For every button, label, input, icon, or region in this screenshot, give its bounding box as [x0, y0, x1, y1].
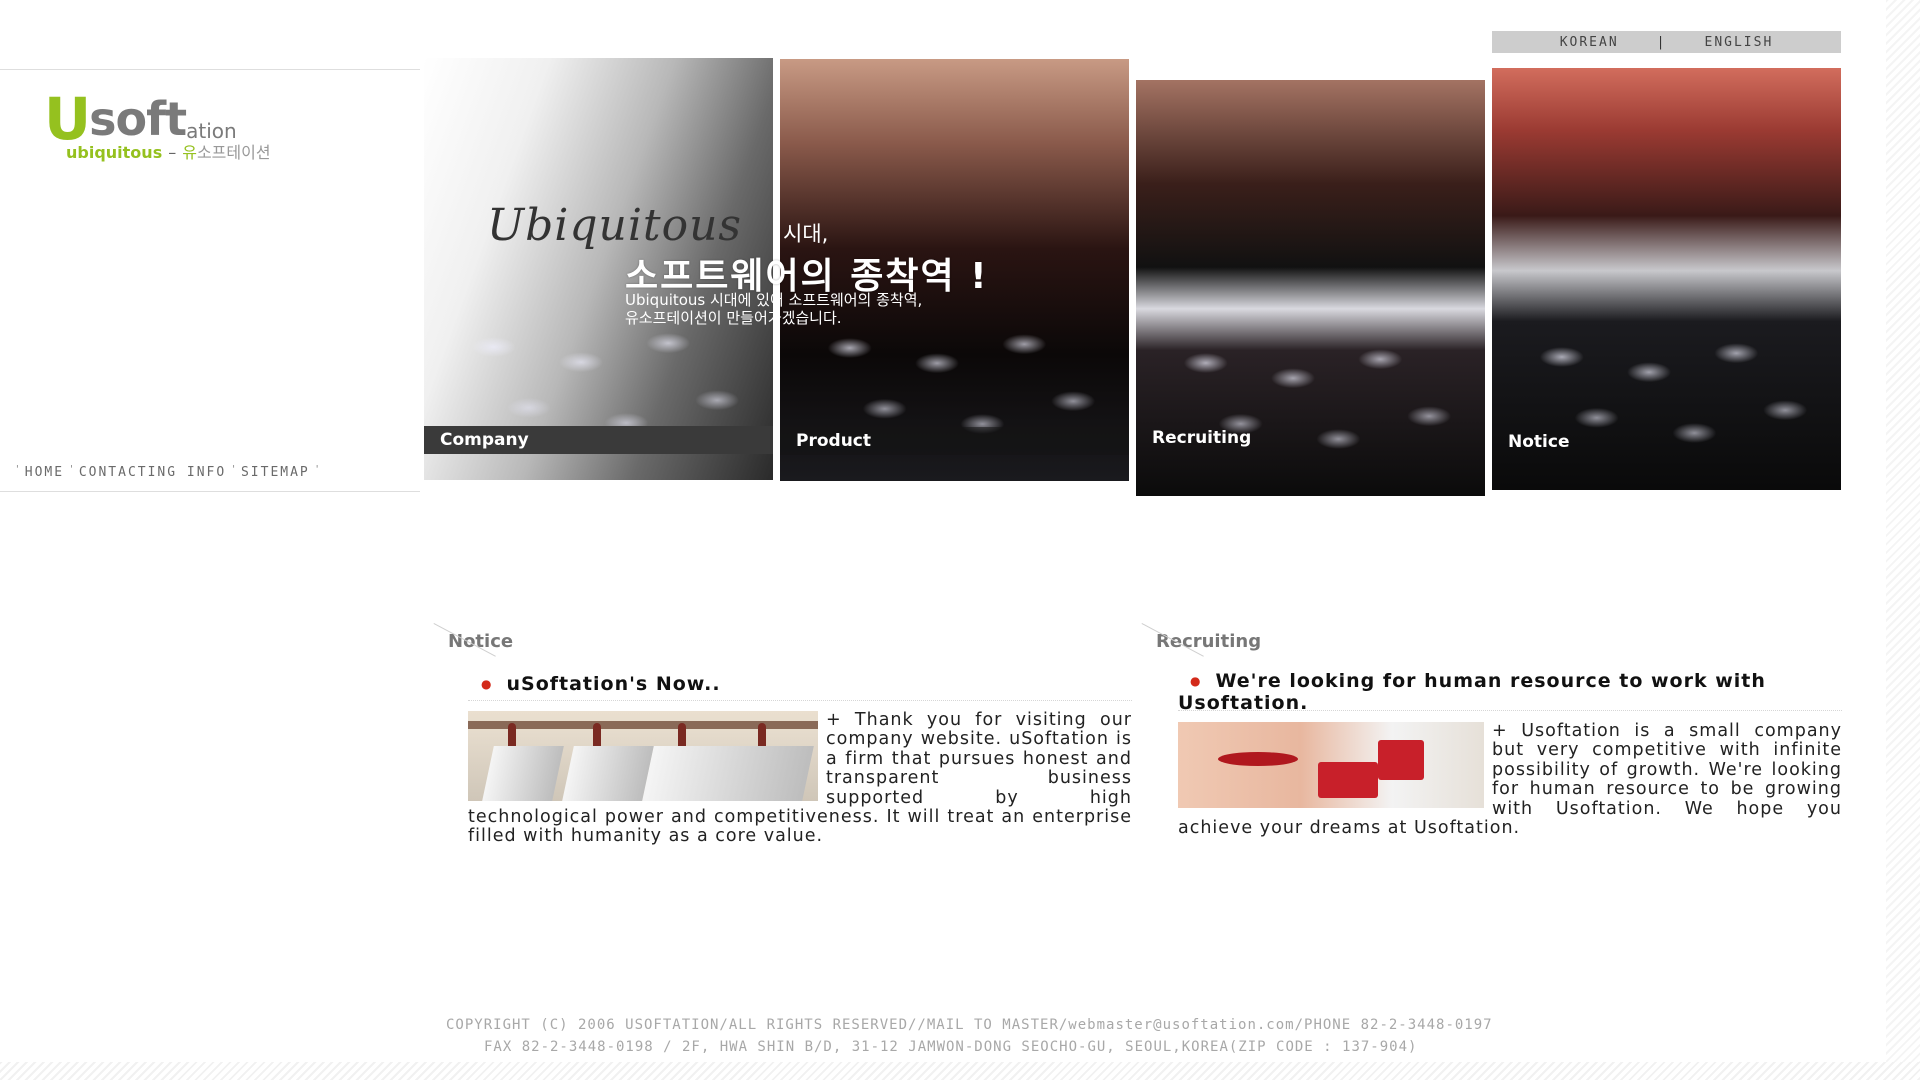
logo-wordmark: Usoftation: [44, 90, 237, 148]
panel-label-company[interactable]: Company: [424, 426, 773, 454]
logo-tagline-en: ubiquitous: [66, 143, 163, 162]
logo-tagline-dash: –: [168, 143, 177, 162]
lang-separator: |: [1656, 34, 1667, 50]
edge-texture-right: [1886, 0, 1920, 1080]
hero-era-text: 시대,: [783, 222, 829, 246]
lang-english-link[interactable]: ENGLISH: [1705, 35, 1774, 50]
notice-divider: [468, 700, 1132, 701]
logo-tagline-ko-green: 유: [182, 143, 197, 162]
nav-separator: ': [70, 464, 73, 475]
keypad-image: [1136, 306, 1485, 496]
site-logo[interactable]: Usoftation ubiquitous – 유소프테이션: [44, 90, 364, 165]
nav-sitemap-link[interactable]: SITEMAP: [241, 465, 310, 480]
cafe-chairs-image: [1178, 722, 1484, 808]
logo-tagline-ko-gray: 소프테이션: [196, 143, 271, 162]
nav-home-link[interactable]: HOME: [25, 465, 64, 480]
hero-desc-line2: 유소프테이션이 만들어가겠습니다.: [625, 309, 842, 327]
lang-korean-link[interactable]: KOREAN: [1560, 35, 1619, 50]
newspaper-image: [468, 711, 818, 801]
nav-contacting-info-link[interactable]: CONTACTING INFO: [79, 465, 226, 480]
keypad-image: [1492, 300, 1841, 490]
logo-tagline: ubiquitous – 유소프테이션: [66, 139, 271, 163]
edge-texture-bottom: [0, 1062, 1920, 1080]
hero-script-text: Ubiquitous: [487, 200, 742, 251]
logo-soft: soft: [89, 92, 187, 146]
hero-desc-line1: Ubiquitous 시대에 있어 소프트웨어의 종착역,: [625, 291, 923, 309]
recruiting-heading[interactable]: Recruiting: [1156, 631, 1261, 652]
nav-divider: [0, 491, 420, 492]
panel-label-product[interactable]: Product: [780, 427, 1129, 455]
notice-title[interactable]: ● uSoftation's Now..: [481, 674, 1131, 696]
hero-panel-recruiting[interactable]: Recruiting: [1136, 80, 1485, 496]
footer: COPYRIGHT (C) 2006 USOFTATION/ALL RIGHTS…: [446, 1014, 1846, 1058]
recruiting-body: + Usoftation is a small company but very…: [1178, 721, 1842, 838]
language-bar: KOREAN | ENGLISH: [1492, 31, 1841, 53]
notice-title-text: uSoftation's Now..: [506, 673, 721, 695]
nav-separator: ': [315, 464, 319, 475]
bullet-icon: ●: [1190, 674, 1202, 688]
hero-description: Ubiquitous 시대에 있어 소프트웨어의 종착역, 유소프테이션이 만들…: [625, 291, 922, 327]
utility-nav: ' HOME ' CONTACTING INFO ' SITEMAP ': [10, 464, 325, 480]
nav-separator: ': [232, 464, 235, 475]
hero-panel-notice[interactable]: Notice: [1492, 68, 1841, 490]
footer-line1: COPYRIGHT (C) 2006 USOFTATION/ALL RIGHTS…: [446, 1017, 1493, 1033]
recruiting-title[interactable]: ● We're looking for human resource to wor…: [1178, 671, 1842, 713]
notice-body: + Thank you for visiting our company web…: [468, 710, 1132, 847]
footer-line2: FAX 82-2-3448-0198 / 2F, HWA SHIN B/D, 3…: [484, 1039, 1418, 1055]
panel-label-notice[interactable]: Notice: [1492, 428, 1841, 456]
nav-separator: ': [16, 464, 19, 475]
notice-heading[interactable]: Notice: [448, 631, 513, 652]
recruiting-divider: [1178, 710, 1842, 711]
top-divider: [0, 69, 420, 70]
bullet-icon: ●: [481, 677, 493, 691]
recruiting-title-text: We're looking for human resource to work…: [1178, 670, 1766, 714]
panel-label-recruiting[interactable]: Recruiting: [1136, 424, 1485, 452]
